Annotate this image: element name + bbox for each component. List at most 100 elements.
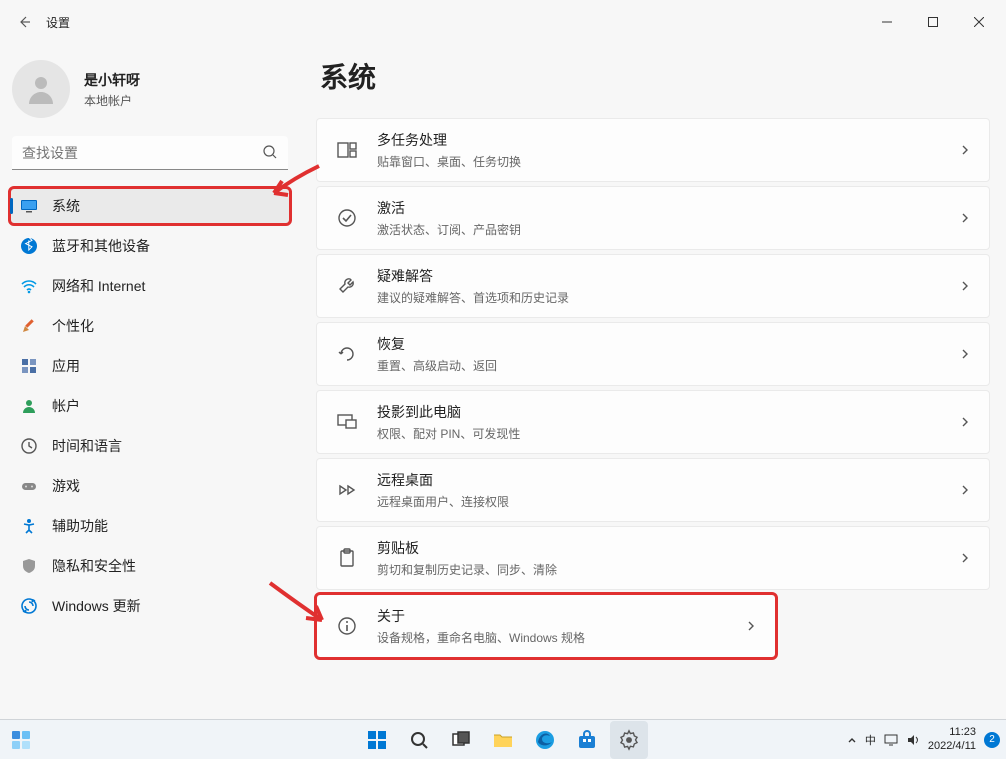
tray-chevron-icon[interactable] <box>847 735 857 745</box>
card-troubleshoot[interactable]: 疑难解答建议的疑难解答、首选项和历史记录 <box>316 254 990 318</box>
volume-icon[interactable] <box>906 733 920 747</box>
sidebar-item-network[interactable]: 网络和 Internet <box>10 268 290 304</box>
multitask-icon <box>335 138 359 162</box>
minimize-button[interactable] <box>864 6 910 38</box>
search-input[interactable] <box>12 136 288 170</box>
search-icon <box>262 144 278 160</box>
card-about[interactable]: 关于设备规格，重命名电脑、Windows 规格 <box>316 594 776 658</box>
close-icon <box>974 17 984 27</box>
ime-indicator[interactable]: 中 <box>865 732 876 748</box>
chevron-right-icon <box>959 484 971 496</box>
user-block[interactable]: 是小轩呀 本地帐户 <box>12 60 290 118</box>
sidebar-item-personalization[interactable]: 个性化 <box>10 308 290 344</box>
sidebar-item-system[interactable]: 系统 <box>10 188 290 224</box>
store-button[interactable] <box>568 721 606 759</box>
folder-icon <box>492 729 514 751</box>
update-icon <box>20 597 38 615</box>
card-title: 远程桌面 <box>377 470 959 490</box>
chevron-right-icon <box>959 280 971 292</box>
maximize-button[interactable] <box>910 6 956 38</box>
search-icon <box>409 730 429 750</box>
card-title: 投影到此电脑 <box>377 402 959 422</box>
card-title: 剪贴板 <box>377 538 959 558</box>
network-icon[interactable] <box>884 733 898 747</box>
edge-button[interactable] <box>526 721 564 759</box>
card-subtitle: 建议的疑难解答、首选项和历史记录 <box>377 289 959 306</box>
time-icon <box>20 437 38 455</box>
sidebar-item-gaming[interactable]: 游戏 <box>10 468 290 504</box>
gear-icon <box>618 729 640 751</box>
sidebar-item-label: 帐户 <box>52 396 80 416</box>
card-clipboard[interactable]: 剪贴板剪切和复制历史记录、同步、清除 <box>316 526 990 590</box>
page-title: 系统 <box>320 56 990 96</box>
sidebar-item-label: 系统 <box>52 196 80 216</box>
chevron-right-icon <box>959 144 971 156</box>
sidebar-item-update[interactable]: Windows 更新 <box>10 588 290 624</box>
bluetooth-icon <box>20 237 38 255</box>
recovery-icon <box>335 342 359 366</box>
card-title: 激活 <box>377 198 959 218</box>
taskview-button[interactable] <box>442 721 480 759</box>
edge-icon <box>534 729 556 751</box>
sidebar-item-label: 时间和语言 <box>52 436 122 456</box>
system-icon <box>20 197 38 215</box>
sidebar: 是小轩呀 本地帐户 系统蓝牙和其他设备网络和 Internet 个性化应用帐户时间… <box>0 44 300 719</box>
card-subtitle: 重置、高级启动、返回 <box>377 357 959 374</box>
time-text: 11:23 <box>928 726 976 739</box>
sidebar-item-label: 蓝牙和其他设备 <box>52 236 150 256</box>
taskbar-right: 中 11:23 2022/4/11 2 <box>847 726 1000 752</box>
clock[interactable]: 11:23 2022/4/11 <box>928 726 976 752</box>
taskview-icon <box>451 730 471 750</box>
start-button[interactable] <box>358 721 396 759</box>
notification-badge[interactable]: 2 <box>984 732 1000 748</box>
card-multitask[interactable]: 多任务处理贴靠窗口、桌面、任务切换 <box>316 118 990 182</box>
card-subtitle: 激活状态、订阅、产品密钥 <box>377 221 959 238</box>
network-icon <box>20 277 38 295</box>
sidebar-item-label: 隐私和安全性 <box>52 556 136 576</box>
sidebar-item-label: 网络和 Internet <box>52 276 145 296</box>
card-title: 关于 <box>377 606 745 626</box>
nav-list: 系统蓝牙和其他设备网络和 Internet 个性化应用帐户时间和语言游戏辅助功能隐… <box>10 188 290 624</box>
main-panel: 系统 多任务处理贴靠窗口、桌面、任务切换激活激活状态、订阅、产品密钥疑难解答建议… <box>300 44 1006 719</box>
sidebar-item-label: 游戏 <box>52 476 80 496</box>
card-remote[interactable]: 远程桌面远程桌面用户、连接权限 <box>316 458 990 522</box>
card-recovery[interactable]: 恢复重置、高级启动、返回 <box>316 322 990 386</box>
sidebar-item-accessibility[interactable]: 辅助功能 <box>10 508 290 544</box>
sidebar-item-label: Windows 更新 <box>52 596 141 616</box>
store-icon <box>576 729 598 751</box>
close-button[interactable] <box>956 6 1002 38</box>
card-title: 多任务处理 <box>377 130 959 150</box>
taskbar-left <box>2 721 40 759</box>
titlebar: 设置 <box>0 0 1006 44</box>
card-title: 疑难解答 <box>377 266 959 286</box>
widgets-button[interactable] <box>2 721 40 759</box>
card-activation[interactable]: 激活激活状态、订阅、产品密钥 <box>316 186 990 250</box>
sidebar-item-accounts[interactable]: 帐户 <box>10 388 290 424</box>
user-subtitle: 本地帐户 <box>84 92 140 109</box>
troubleshoot-icon <box>335 274 359 298</box>
back-button[interactable] <box>4 2 44 42</box>
settings-button[interactable] <box>610 721 648 759</box>
card-title: 恢复 <box>377 334 959 354</box>
search-button[interactable] <box>400 721 438 759</box>
card-subtitle: 设备规格，重命名电脑、Windows 规格 <box>377 629 745 646</box>
sidebar-item-label: 个性化 <box>52 316 94 336</box>
sidebar-item-time[interactable]: 时间和语言 <box>10 428 290 464</box>
taskbar-center <box>358 721 648 759</box>
sidebar-item-apps[interactable]: 应用 <box>10 348 290 384</box>
arrow-left-icon <box>16 14 32 30</box>
card-project[interactable]: 投影到此电脑权限、配对 PIN、可发现性 <box>316 390 990 454</box>
chevron-right-icon <box>959 552 971 564</box>
app-title: 设置 <box>46 14 70 31</box>
windows-icon <box>366 729 388 751</box>
sidebar-item-privacy[interactable]: 隐私和安全性 <box>10 548 290 584</box>
window-controls <box>864 6 1002 38</box>
sidebar-item-bluetooth[interactable]: 蓝牙和其他设备 <box>10 228 290 264</box>
chevron-right-icon <box>959 348 971 360</box>
minimize-icon <box>882 17 892 27</box>
privacy-icon <box>20 557 38 575</box>
activation-icon <box>335 206 359 230</box>
explorer-button[interactable] <box>484 721 522 759</box>
search-box <box>12 136 288 170</box>
project-icon <box>335 410 359 434</box>
